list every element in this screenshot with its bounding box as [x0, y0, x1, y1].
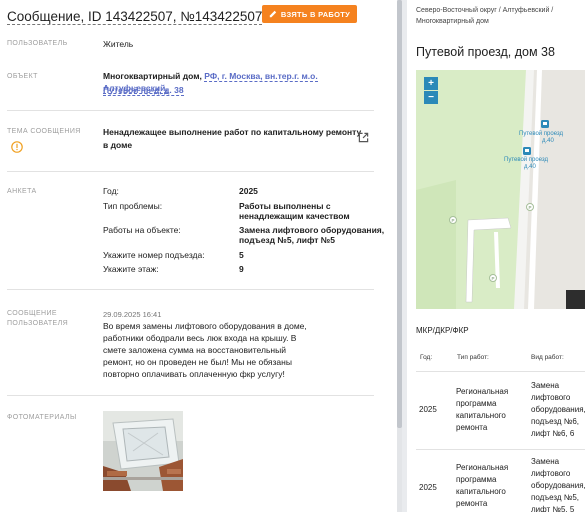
divider: [7, 289, 374, 290]
photos-label: ФОТОМАТЕРИАЛЫ: [7, 414, 77, 421]
message-text-line: ремонт, но он проведен не был! Мы не обя…: [103, 357, 292, 367]
breadcrumb-line-1[interactable]: Северо-Восточный округ / Алтуфьевский /: [416, 5, 581, 16]
pencil-icon: [269, 10, 277, 18]
object-label: ОБЪЕКТ: [7, 73, 38, 80]
take-to-work-label: ВЗЯТЬ В РАБОТУ: [280, 9, 351, 19]
zoom-out-button[interactable]: −: [424, 91, 438, 104]
works-section-title: МКР/ДКР/ФКР: [416, 326, 469, 335]
zoom-in-button[interactable]: +: [424, 77, 438, 90]
external-link-icon[interactable]: [358, 132, 369, 143]
map-label-a1: Путевой проезд: [519, 130, 564, 137]
object-address-line-2: Путевой пр-д, д. 38: [103, 84, 184, 96]
message-title: Сообщение, ID 143422507, №143422507: [7, 8, 263, 25]
row-year: 2025: [419, 405, 437, 414]
form-question-entrance: Укажите номер подъезда:: [103, 250, 205, 260]
table-divider: [416, 449, 585, 450]
object-side-panel: Северо-Восточный округ / Алтуфьевский / …: [407, 0, 585, 512]
breadcrumb: Северо-Восточный округ / Алтуфьевский / …: [416, 5, 581, 27]
topic-label: ТЕМА СООБЩЕНИЯ: [7, 128, 81, 135]
column-header-year: Год:: [420, 354, 433, 361]
scrollbar-thumb[interactable]: [397, 0, 402, 428]
message-details-panel: Сообщение, ID 143422507, №143422507 ВЗЯТ…: [0, 0, 397, 512]
table-divider: [416, 371, 585, 372]
column-header-kind: Вид работ:: [531, 354, 564, 361]
row-kind: Замена лифтового оборудования, подъезд №5, л…: [531, 457, 585, 512]
row-type: Региональная программа капитального ремонта: [456, 463, 509, 508]
form-answer-works-2: подъезд №5, лифт №5: [239, 235, 336, 245]
map[interactable]: P P P Путевой проезд д.40 Путевой проезд…: [416, 70, 585, 309]
form-question-year: Год:: [103, 186, 119, 196]
map-canvas: P P P Путевой проезд д.40 Путевой проезд…: [416, 70, 585, 309]
take-to-work-button[interactable]: ВЗЯТЬ В РАБОТУ: [262, 5, 357, 23]
message-text-line: Во время замены лифтового оборудования в…: [103, 321, 307, 331]
form-question-problem-type: Тип проблемы:: [103, 201, 163, 211]
object-address-link-2[interactable]: Путевой пр-д, д. 38: [103, 85, 184, 96]
form-question-floor: Укажите этаж:: [103, 264, 159, 274]
message-text-line: работники ободрали весь люк входа на кры…: [103, 333, 297, 343]
form-answer-floor: 9: [239, 264, 244, 274]
message-text-line: повторно оплачивать оплаченную фкр услуг…: [103, 369, 285, 379]
column-header-type: Тип работ:: [457, 354, 489, 361]
form-answer-problem-type-2: ненадлежащим качеством: [239, 211, 350, 221]
map-label-b1: Путевой проезд: [504, 156, 549, 163]
object-type: Многоквартирный дом,: [103, 71, 202, 81]
map-zoom-controls: + −: [424, 77, 438, 104]
warning-icon: [11, 141, 23, 153]
user-value: Житель: [103, 39, 134, 49]
row-year: 2025: [419, 483, 437, 492]
message-label-2: ПОЛЬЗОВАТЕЛЯ: [7, 320, 69, 327]
divider: [7, 110, 374, 111]
row-type: Региональная программа капитального ремонта: [456, 387, 509, 432]
message-header: Сообщение, ID 143422507, №143422507: [7, 6, 276, 26]
svg-text:P: P: [492, 276, 495, 281]
form-answer-entrance: 5: [239, 250, 244, 260]
map-label-a2: д.40: [542, 138, 555, 144]
message-label-1: СООБЩЕНИЕ: [7, 310, 57, 317]
form-answer-year: 2025: [239, 186, 258, 196]
photo-image: [103, 411, 183, 491]
svg-text:P: P: [452, 218, 455, 223]
divider: [7, 171, 374, 172]
breadcrumb-line-2[interactable]: Многоквартирный дом: [416, 16, 581, 27]
form-question-works: Работы на объекте:: [103, 225, 181, 235]
topic-line-2: в доме: [103, 140, 133, 150]
photo-thumbnail[interactable]: [103, 411, 183, 491]
divider: [7, 395, 374, 396]
object-address-title: Путевой проезд, дом 38: [416, 45, 555, 59]
map-label-b2: д.40: [524, 164, 537, 170]
row-kind: Замена лифтового оборудования, подъезд №6, л…: [531, 381, 585, 438]
message-text-line: смете заложена сумма на восстановительны…: [103, 345, 286, 355]
scrollbar[interactable]: [397, 0, 402, 512]
topic-line-1: Ненадлежащее выполнение работ по капитал…: [103, 127, 362, 137]
form-label: АНКЕТА: [7, 188, 37, 195]
svg-text:P: P: [529, 205, 532, 210]
user-label: ПОЛЬЗОВАТЕЛЬ: [7, 40, 68, 47]
